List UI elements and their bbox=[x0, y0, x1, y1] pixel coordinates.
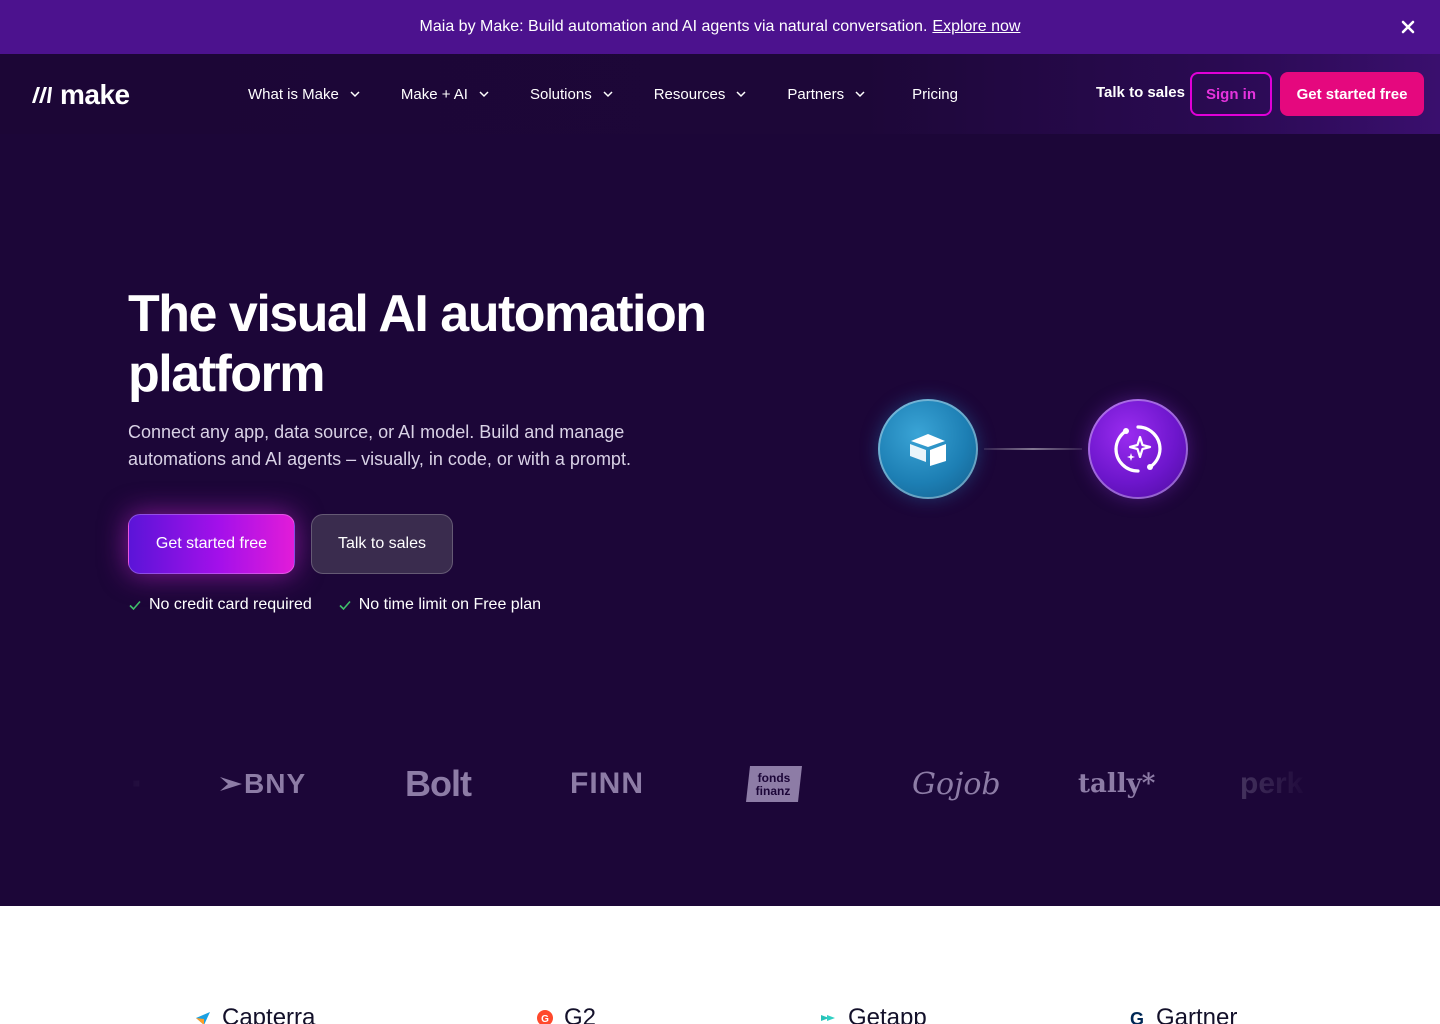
nav-item-resources[interactable]: Resources bbox=[654, 86, 748, 103]
banner-text: Maia by Make: Build automation and AI ag… bbox=[419, 18, 928, 35]
customer-logo-tally: tally* bbox=[1078, 754, 1155, 814]
check-item: No credit card required bbox=[128, 596, 312, 614]
g2-icon: G bbox=[537, 1010, 553, 1024]
hero-checklist: No credit card required No time limit on… bbox=[128, 596, 567, 614]
ai-agent-node bbox=[1088, 399, 1188, 499]
rating-capterra: Capterra bbox=[194, 1004, 315, 1024]
customer-logo-fonds-finanz: fonds finanz bbox=[744, 754, 804, 814]
check-text: No time limit on Free plan bbox=[358, 596, 542, 613]
check-text: No credit card required bbox=[149, 596, 312, 613]
make-logo[interactable]: make bbox=[30, 79, 130, 111]
getapp-icon bbox=[821, 1015, 835, 1021]
nav-item-make-ai[interactable]: Make + AI bbox=[401, 86, 490, 103]
gartner-icon: G bbox=[1130, 1009, 1144, 1024]
svg-text:G: G bbox=[1130, 1009, 1144, 1024]
hero-talk-to-sales-button[interactable]: Talk to sales bbox=[311, 514, 453, 574]
rating-getapp: Getapp bbox=[820, 1004, 927, 1024]
hero-subtitle: Connect any app, data source, or AI mode… bbox=[128, 422, 631, 469]
svg-text:finanz: finanz bbox=[756, 784, 791, 798]
make-logo-icon bbox=[32, 87, 52, 103]
nav-item-what-is-make[interactable]: What is Make bbox=[248, 86, 361, 103]
airtable-app-node bbox=[878, 399, 978, 499]
customer-logo-strip: ▪ BNY Bolt FINN fonds finanz Gojob tally… bbox=[0, 754, 1440, 814]
capterra-icon bbox=[196, 1012, 210, 1024]
chevron-down-icon bbox=[855, 91, 865, 98]
customer-logo-text: Bolt bbox=[405, 763, 472, 804]
customer-logo-text: Gojob bbox=[912, 766, 1001, 802]
hero-section: The visual AI automation platform Connec… bbox=[0, 134, 1440, 906]
hero-title: The visual AI automation platform bbox=[128, 285, 707, 403]
check-item: No time limit on Free plan bbox=[338, 596, 541, 614]
nav-item-solutions[interactable]: Solutions bbox=[530, 86, 614, 103]
svg-text:G: G bbox=[541, 1014, 549, 1024]
customer-logo-text: FINN bbox=[570, 767, 644, 800]
svg-text:fonds: fonds bbox=[758, 771, 791, 785]
customer-logo-bolt: Bolt bbox=[405, 754, 472, 814]
customer-logo-gojob: Gojob bbox=[912, 754, 1001, 814]
rating-g2: G G2 bbox=[536, 1004, 596, 1024]
rating-label: G2 bbox=[564, 1004, 597, 1024]
close-icon[interactable] bbox=[1398, 17, 1418, 37]
nav-item-pricing[interactable]: Pricing bbox=[912, 86, 958, 103]
chevron-down-icon bbox=[603, 91, 613, 98]
customer-logo-bny: BNY bbox=[220, 754, 306, 814]
rating-label: Capterra bbox=[222, 1004, 316, 1024]
chevron-down-icon bbox=[350, 91, 360, 98]
customer-logo-finn: FINN bbox=[570, 754, 644, 814]
nav-label: Make + AI bbox=[400, 85, 468, 103]
banner-explore-link[interactable]: Explore now bbox=[932, 18, 1020, 36]
flow-connector bbox=[984, 448, 1082, 450]
rating-label: Getapp bbox=[848, 1004, 927, 1024]
airtable-icon bbox=[910, 434, 946, 466]
fonds-finanz-logo: fonds finanz bbox=[746, 766, 802, 802]
site-header: make What is Make Make + AI Solutions Re… bbox=[0, 54, 1440, 134]
main-nav: What is Make Make + AI Solutions Resourc… bbox=[248, 54, 958, 134]
customer-logo-text: BNY bbox=[244, 768, 307, 799]
announcement-banner: Maia by Make: Build automation and AI ag… bbox=[0, 0, 1440, 54]
nav-label: Resources bbox=[653, 85, 726, 103]
hero-get-started-button[interactable]: Get started free bbox=[128, 514, 295, 574]
get-started-button[interactable]: Get started free bbox=[1280, 72, 1424, 116]
chevron-down-icon bbox=[736, 91, 746, 98]
logo-strip-fade-right bbox=[1230, 749, 1310, 819]
nav-label: Solutions bbox=[529, 85, 592, 103]
nav-label: Pricing bbox=[912, 85, 958, 103]
logo-wordmark: make bbox=[60, 79, 130, 110]
rating-gartner: G Gartner bbox=[1128, 1004, 1237, 1024]
ai-sparkle-icon bbox=[1114, 425, 1162, 473]
bny-arrow-icon bbox=[220, 777, 242, 791]
chevron-down-icon bbox=[479, 91, 489, 98]
customer-logo-text: tally* bbox=[1078, 769, 1156, 799]
checkmark-icon bbox=[129, 600, 141, 611]
nav-label: What is Make bbox=[248, 85, 339, 103]
logo-strip-fade-left bbox=[120, 749, 210, 819]
ratings-section: Capterra G G2 Getapp G Gartner bbox=[0, 906, 1440, 1024]
sign-in-button[interactable]: Sign in bbox=[1190, 72, 1272, 116]
checkmark-icon bbox=[339, 600, 351, 611]
nav-item-partners[interactable]: Partners bbox=[787, 86, 866, 103]
rating-label: Gartner bbox=[1156, 1004, 1238, 1024]
talk-to-sales-link[interactable]: Talk to sales bbox=[1096, 84, 1185, 101]
nav-label: Partners bbox=[787, 85, 845, 103]
